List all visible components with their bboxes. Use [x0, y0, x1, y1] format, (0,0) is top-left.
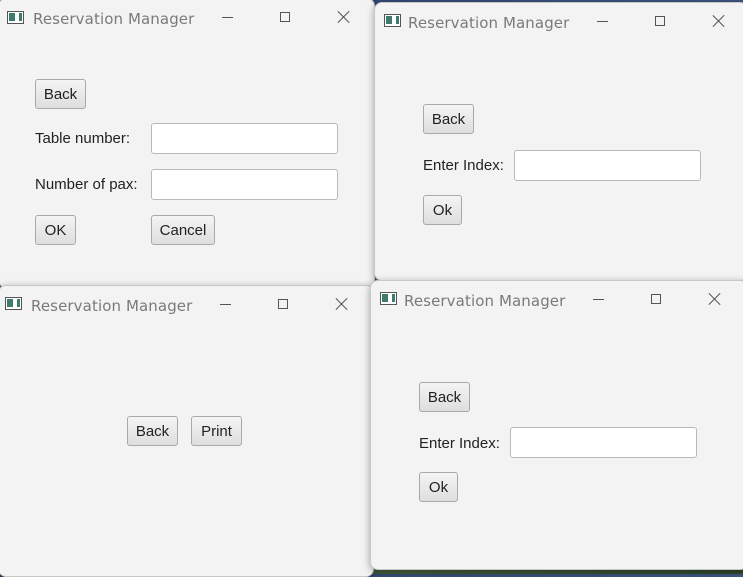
minimize-button[interactable] — [576, 283, 620, 315]
maximize-button[interactable] — [638, 5, 682, 37]
ok-button[interactable]: OK — [35, 215, 76, 245]
minimize-icon — [221, 16, 233, 18]
app-window-icon — [384, 14, 401, 27]
close-button[interactable] — [693, 283, 737, 315]
close-button[interactable] — [322, 1, 366, 33]
reservation-window-index-top: Reservation Manager Back Enter Index: Ok — [374, 2, 743, 281]
reservation-window-index-bottom: Reservation Manager Back Enter Index: Ok — [370, 280, 743, 570]
back-button[interactable]: Back — [423, 104, 474, 134]
minimize-icon — [219, 303, 231, 305]
window-title: Reservation Manager — [408, 14, 570, 32]
maximize-button[interactable] — [261, 288, 305, 320]
table-number-field[interactable] — [151, 123, 338, 154]
back-button[interactable]: Back — [127, 416, 178, 446]
minimize-button[interactable] — [205, 1, 249, 33]
close-icon — [708, 292, 722, 306]
title-bar[interactable]: Reservation Manager — [0, 0, 374, 31]
minimize-button[interactable] — [580, 5, 624, 37]
window-title: Reservation Manager — [31, 297, 193, 315]
title-bar[interactable]: Reservation Manager — [371, 281, 743, 313]
title-bar[interactable]: Reservation Manager — [375, 3, 743, 35]
index-field[interactable] — [510, 427, 697, 458]
back-button[interactable]: Back — [35, 79, 86, 109]
title-bar[interactable]: Reservation Manager — [0, 286, 373, 318]
enter-index-label: Enter Index: — [423, 157, 504, 174]
maximize-button[interactable] — [634, 283, 678, 315]
number-of-pax-label: Number of pax: — [35, 176, 138, 193]
app-window-icon — [380, 292, 397, 305]
close-icon — [337, 10, 351, 24]
print-button[interactable]: Print — [191, 416, 242, 446]
maximize-icon — [655, 16, 665, 26]
minimize-button[interactable] — [203, 288, 247, 320]
cancel-button[interactable]: Cancel — [151, 215, 215, 245]
close-button[interactable] — [697, 5, 741, 37]
app-window-icon — [7, 11, 24, 24]
maximize-icon — [651, 294, 661, 304]
close-icon — [335, 297, 349, 311]
ok-button[interactable]: Ok — [423, 195, 462, 225]
ok-button[interactable]: Ok — [419, 472, 458, 502]
close-button[interactable] — [320, 288, 364, 320]
number-of-pax-field[interactable] — [151, 169, 338, 200]
maximize-icon — [280, 12, 290, 22]
index-field[interactable] — [514, 150, 701, 181]
reservation-window-print: Reservation Manager Back Print — [0, 285, 374, 577]
close-icon — [712, 14, 726, 28]
table-number-label: Table number: — [35, 130, 131, 147]
window-title: Reservation Manager — [33, 10, 195, 28]
reservation-window-table: Reservation Manager Back Table number: N… — [0, 0, 375, 288]
app-window-icon — [5, 297, 22, 310]
window-title: Reservation Manager — [404, 292, 566, 310]
minimize-icon — [596, 20, 608, 22]
back-button[interactable]: Back — [419, 382, 470, 412]
maximize-icon — [278, 299, 288, 309]
maximize-button[interactable] — [263, 1, 307, 33]
enter-index-label: Enter Index: — [419, 435, 500, 452]
minimize-icon — [592, 298, 604, 300]
